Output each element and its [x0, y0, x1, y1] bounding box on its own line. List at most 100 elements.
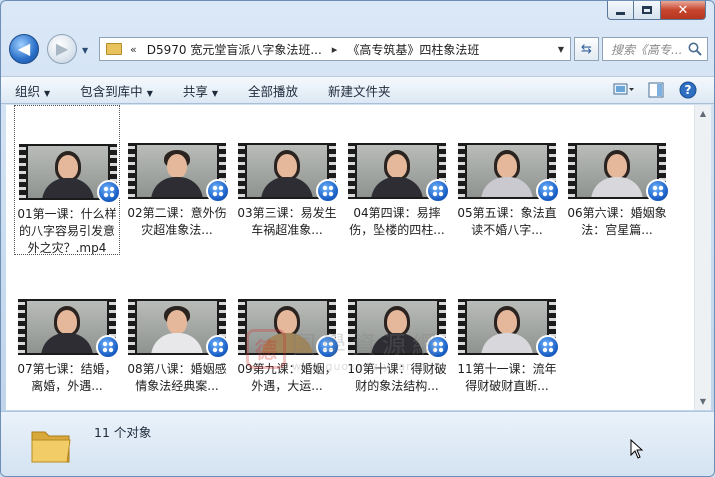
chevron-down-icon: ▼ — [146, 88, 153, 98]
film-strip-icon — [458, 143, 465, 199]
details-pane: 11 个对象 — [1, 411, 714, 476]
film-strip-icon — [18, 299, 25, 355]
arrow-right-icon: ▶ — [55, 39, 69, 58]
help-button[interactable]: ? — [676, 80, 700, 100]
include-library-label: 包含到库中 — [80, 83, 143, 99]
organize-menu[interactable]: 组织 ▼ — [15, 81, 50, 100]
media-player-icon — [536, 179, 560, 203]
maximize-button[interactable] — [634, 1, 661, 20]
file-name: 01第一课：什么样的八字容易引发意外之灾？.mp4 — [17, 207, 117, 255]
file-name: 02第二课：意外伤灾超准象法... — [127, 206, 227, 237]
navigation-bar: ◀ ▶ ▼ « D5970 宽元堂盲派八字象法班... ▸ 《高专筑基》四柱象法… — [9, 34, 708, 66]
file-name: 11第十一课：流年得财破财直断... — [457, 362, 557, 393]
close-button[interactable]: ✕ — [661, 1, 706, 20]
file-item[interactable]: 08第八课：婚姻感情象法经典案... — [124, 261, 230, 411]
help-icon: ? — [679, 81, 697, 99]
share-label: 共享 — [182, 83, 208, 99]
share-menu[interactable]: 共享 ▼ — [183, 81, 218, 100]
address-segment-current[interactable]: 《高专筑基》四柱象法班 — [347, 41, 479, 58]
search-icon[interactable] — [687, 41, 703, 57]
explorer-window: ✕ ◀ ▶ ▼ « D5970 宽元堂盲派八字象法班... ▸ 《高专筑基》四柱… — [0, 0, 715, 477]
file-item[interactable]: 11第十一课：流年得财破财直断... — [454, 261, 560, 411]
include-library-menu[interactable]: 包含到库中 ▼ — [80, 81, 153, 100]
thumbnail-frame — [28, 146, 108, 198]
thumbnail-frame — [467, 145, 547, 197]
history-dropdown-icon[interactable]: ▼ — [82, 46, 88, 55]
thumbnail-frame — [577, 145, 657, 197]
file-item[interactable]: 06第六课：婚姻象法：宫星篇... — [564, 105, 670, 255]
file-item[interactable]: 02第二课：意外伤灾超准象法... — [124, 105, 230, 255]
address-segment-parent[interactable]: D5970 宽元堂盲派八字象法班... — [147, 41, 322, 58]
thumbnail-frame — [27, 301, 107, 353]
film-strip-icon — [238, 299, 245, 355]
watermark-url: www.guoxueziyuan.com — [292, 360, 446, 373]
thumbnail-frame — [137, 145, 217, 197]
play-all-button[interactable]: 全部播放 — [248, 81, 298, 100]
film-strip-icon — [348, 143, 355, 199]
file-name: 07第七课：结婚，离婚，外遇... — [17, 362, 117, 393]
close-icon: ✕ — [677, 2, 689, 18]
media-player-icon — [316, 179, 340, 203]
back-button[interactable]: ◀ — [9, 34, 39, 64]
arrow-left-icon: ◀ — [17, 39, 31, 58]
file-name: 08第八课：婚姻感情象法经典案... — [127, 362, 227, 393]
film-strip-icon — [238, 143, 245, 199]
media-player-icon — [426, 179, 450, 203]
file-item[interactable]: 01第一课：什么样的八字容易引发意外之灾？.mp4 — [14, 105, 121, 255]
media-player-icon — [206, 335, 230, 359]
refresh-button[interactable]: ⇆ — [574, 37, 599, 61]
maximize-icon — [642, 6, 652, 14]
file-name: 04第四课：易摔伤，坠楼的四柱... — [349, 206, 445, 237]
search-input[interactable]: 搜索《高专... — [611, 41, 682, 58]
media-player-icon — [536, 335, 560, 359]
new-folder-button[interactable]: 新建文件夹 — [328, 81, 391, 100]
address-dropdown-icon[interactable]: ▼ — [558, 45, 564, 54]
media-player-icon — [646, 179, 670, 203]
watermark-text-block: 国學資源網 www.guoxueziyuan.com — [292, 325, 445, 373]
caption-buttons: ✕ — [607, 1, 706, 20]
forward-button[interactable]: ▶ — [47, 34, 77, 64]
vertical-scrollbar[interactable]: ▲ ▼ — [694, 105, 711, 410]
item-count: 11 个对象 — [94, 425, 152, 440]
thumbnail-frame — [247, 145, 327, 197]
chevron-down-icon: ▼ — [211, 88, 219, 98]
media-player-icon — [206, 179, 230, 203]
watermark-text: 国學資源網 — [292, 331, 442, 359]
file-name: 06第六课：婚姻象法：宫星篇... — [567, 206, 667, 237]
preview-pane-button[interactable] — [644, 80, 668, 100]
watermark: 德 国學資源網 www.guoxueziyuan.com — [246, 325, 445, 373]
file-item[interactable]: 07第七课：结婚，离婚，外遇... — [14, 261, 120, 411]
preview-pane-icon — [648, 82, 664, 98]
organize-label: 组织 — [15, 83, 41, 99]
film-strip-icon — [458, 299, 465, 355]
file-name: 03第三课：易发生车祸超准象... — [237, 206, 337, 237]
file-list[interactable]: 01第一课：什么样的八字容易引发意外之灾？.mp4 02第二课：意外伤灾超准象法… — [6, 105, 694, 410]
address-separator-icon[interactable]: ▸ — [332, 43, 338, 56]
scroll-up-button[interactable]: ▲ — [695, 105, 711, 122]
media-player-icon — [96, 335, 120, 359]
view-options-button[interactable] — [612, 80, 636, 100]
file-item[interactable]: 04第四课：易摔伤，坠楼的四柱... — [344, 105, 450, 255]
thumbnail-frame — [467, 301, 547, 353]
chevron-down-icon: ▼ — [44, 88, 51, 98]
scroll-down-button[interactable]: ▼ — [695, 393, 711, 410]
thumbnail-frame — [137, 301, 217, 353]
minimize-icon — [616, 11, 625, 15]
folder-icon — [106, 43, 122, 55]
film-strip-icon — [128, 143, 135, 199]
film-strip-icon — [568, 143, 575, 199]
thumbnail-frame — [357, 145, 437, 197]
search-box[interactable]: 搜索《高专... — [602, 37, 708, 61]
minimize-button[interactable] — [607, 1, 634, 20]
command-bar: 组织 ▼ 包含到库中 ▼ 共享 ▼ 全部播放 新建文件夹 ? — [1, 76, 714, 104]
folder-icon — [31, 431, 71, 463]
mouse-cursor-icon — [630, 439, 644, 459]
file-item[interactable]: 05第五课：象法直读不婚八字... — [454, 105, 560, 255]
address-bar[interactable]: « D5970 宽元堂盲派八字象法班... ▸ 《高专筑基》四柱象法班 ▼ — [99, 37, 571, 61]
view-icon — [613, 83, 634, 95]
toolbar-right: ? — [604, 80, 700, 100]
file-item[interactable]: 03第三课：易发生车祸超准象... — [234, 105, 340, 255]
address-overflow[interactable]: « — [130, 43, 137, 56]
watermark-seal: 德 — [246, 329, 286, 369]
file-name: 05第五课：象法直读不婚八字... — [457, 206, 557, 237]
